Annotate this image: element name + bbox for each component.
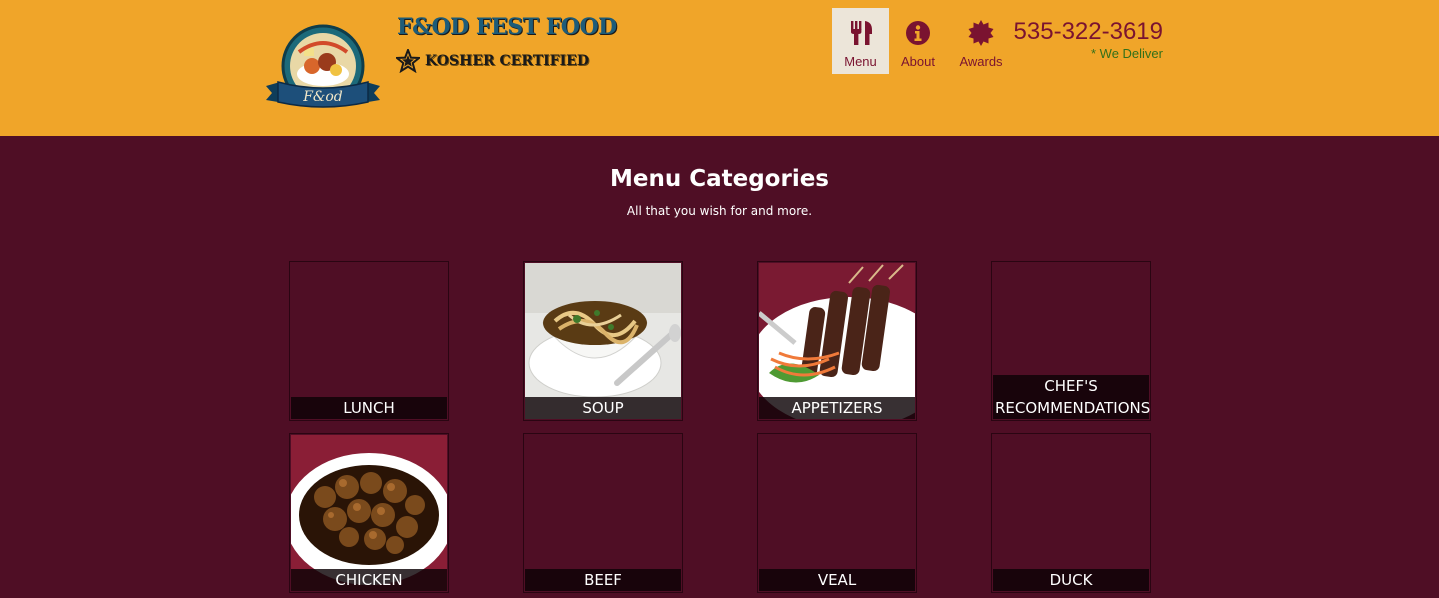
category-card-appetizers[interactable]: APPETIZERS [757, 261, 917, 421]
section-title: Menu Categories [609, 166, 830, 192]
category-card-beef[interactable]: BEEF [523, 433, 683, 593]
category-card-chicken[interactable]: CHICKEN [289, 433, 449, 593]
utensils-icon [850, 21, 872, 45]
site-header: F&od F&OD FEST FOOD KOSHER CERTIFIED Men… [0, 0, 1439, 136]
kosher-label: KOSHER CERTIFIED [425, 53, 589, 69]
kosher-badge: KOSHER CERTIFIED [396, 48, 589, 74]
nav-item-about[interactable]: About [896, 8, 940, 74]
logo-text: F&od [302, 89, 343, 105]
nav-label-about: About [901, 54, 935, 69]
category-label: SOUP [525, 397, 681, 419]
category-label: CHICKEN [291, 569, 447, 591]
nav-item-awards[interactable]: Awards [953, 8, 1009, 74]
category-label: BEEF [525, 569, 681, 591]
logo-emblem-icon: F&od [266, 24, 380, 108]
phone-number[interactable]: 535-322-3619 [1014, 18, 1163, 46]
brand-name[interactable]: F&OD FEST FOOD [397, 14, 617, 40]
soup-photo [525, 263, 681, 419]
delivery-note: * We Deliver [1090, 46, 1163, 61]
category-card-soup[interactable]: SOUP [523, 261, 683, 421]
award-seal-icon [968, 20, 994, 46]
skewers-photo [759, 263, 915, 419]
category-label: DUCK [993, 569, 1149, 591]
nav-label-awards: Awards [959, 54, 1003, 69]
category-card-lunch[interactable]: LUNCH [289, 261, 449, 421]
chicken-photo [291, 435, 447, 591]
category-label: LUNCH [291, 397, 447, 419]
category-label: CHEF'S RECOMMENDATIONS [993, 375, 1151, 419]
category-card-veal[interactable]: VEAL [757, 433, 917, 593]
info-circle-icon [906, 21, 930, 45]
star-icon [396, 49, 420, 73]
category-label: VEAL [759, 569, 915, 591]
nav-item-menu[interactable]: Menu [832, 8, 889, 74]
category-card-duck[interactable]: DUCK [991, 433, 1151, 593]
brand-logo[interactable]: F&od [264, 24, 382, 112]
category-label: APPETIZERS [759, 397, 915, 419]
nav-label-menu: Menu [844, 54, 877, 69]
section-subtitle: All that you wish for and more. [626, 204, 813, 218]
category-card-chefs-recommendations[interactable]: CHEF'S RECOMMENDATIONS [991, 261, 1151, 421]
